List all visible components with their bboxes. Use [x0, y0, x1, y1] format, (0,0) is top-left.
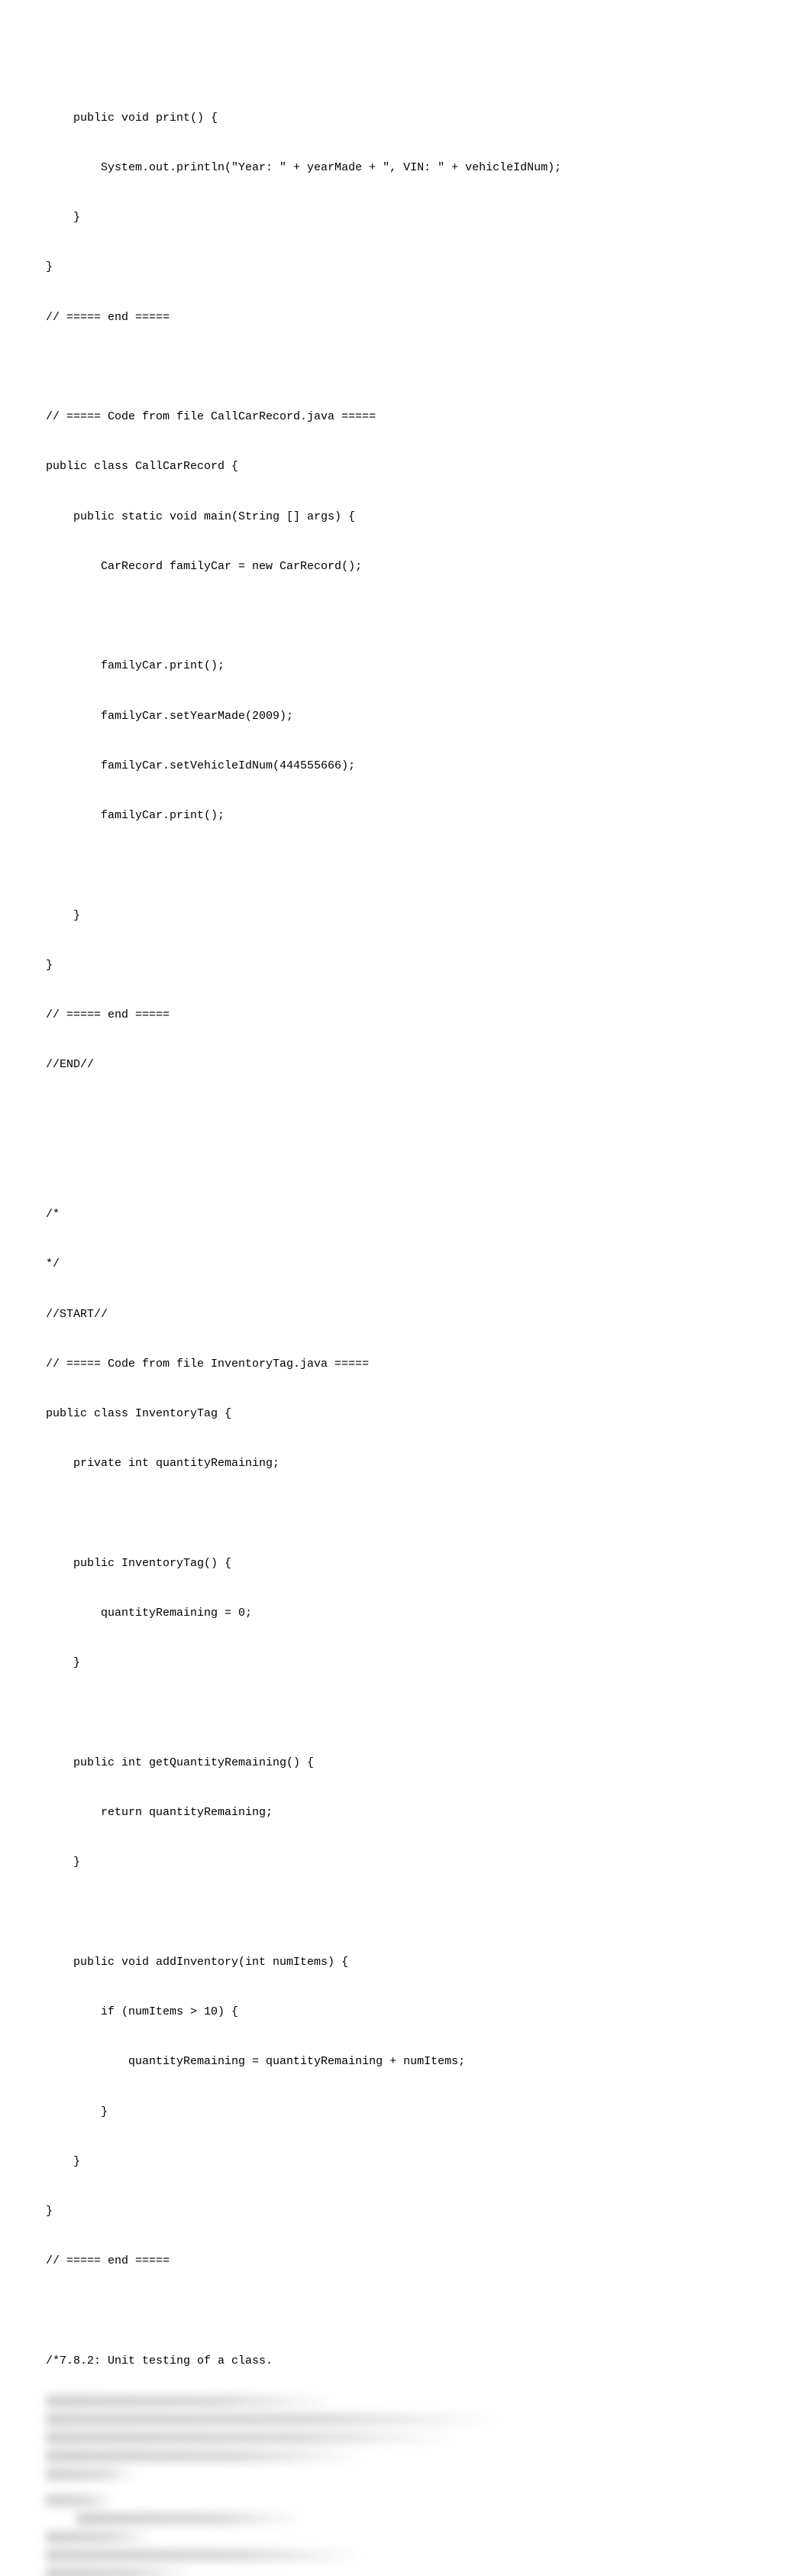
code-listing: public void print() { System.out.println…: [46, 76, 765, 2386]
code-line: quantityRemaining = quantityRemaining + …: [46, 2053, 765, 2070]
code-line: /*7.8.2: Unit testing of a class.: [46, 2353, 765, 2370]
code-line: // ===== end =====: [46, 2253, 765, 2270]
code-line: public InventoryTag() {: [46, 1555, 765, 1572]
code-line: familyCar.print();: [46, 658, 765, 675]
code-line: */: [46, 1256, 765, 1273]
blurred-line: [46, 2494, 115, 2506]
code-line: }: [46, 957, 765, 974]
code-line: quantityRemaining = 0;: [46, 1605, 765, 1622]
code-line: public static void main(String [] args) …: [46, 509, 765, 526]
code-line: [46, 1107, 765, 1124]
code-line: familyCar.print();: [46, 807, 765, 824]
blurred-line: [46, 2468, 137, 2481]
code-line: }: [46, 2104, 765, 2121]
code-line: return quantityRemaining;: [46, 1804, 765, 1821]
blurred-line: [46, 2450, 367, 2462]
blurred-line: [76, 2513, 305, 2525]
code-line: [46, 1506, 765, 1523]
code-line: }: [46, 1655, 765, 1671]
code-line: [46, 1705, 765, 1722]
code-line: if (numItems > 10) {: [46, 2004, 765, 2021]
code-line: [46, 359, 765, 376]
code-line: public class InventoryTag {: [46, 1406, 765, 1422]
code-line: public class CallCarRecord {: [46, 458, 765, 475]
code-line: // ===== Code from file InventoryTag.jav…: [46, 1356, 765, 1373]
blurred-line: [46, 2413, 504, 2426]
code-line: System.out.println("Year: " + yearMade +…: [46, 160, 765, 176]
code-line: public void addInventory(int numItems) {: [46, 1954, 765, 1971]
code-line: public void print() {: [46, 110, 765, 127]
code-line: // ===== Code from file CallCarRecord.ja…: [46, 409, 765, 426]
code-line: [46, 1904, 765, 1921]
blurred-line: [46, 2531, 153, 2543]
code-line: private int quantityRemaining;: [46, 1455, 765, 1472]
blurred-line: [46, 2432, 458, 2444]
blurred-line: [46, 2395, 336, 2407]
code-line: familyCar.setVehicleIdNum(444555666);: [46, 758, 765, 775]
code-line: [46, 1157, 765, 1173]
code-line: }: [46, 1854, 765, 1871]
code-line: /*: [46, 1206, 765, 1223]
code-line: //START//: [46, 1306, 765, 1323]
code-line: }: [46, 209, 765, 226]
code-line: public int getQuantityRemaining() {: [46, 1755, 765, 1772]
code-line: [46, 2303, 765, 2320]
blurred-preview-content: [46, 2395, 765, 2576]
code-line: // ===== end =====: [46, 309, 765, 326]
code-line: }: [46, 908, 765, 924]
code-line: //END//: [46, 1057, 765, 1073]
code-line: [46, 857, 765, 874]
code-line: }: [46, 2203, 765, 2220]
code-line: // ===== end =====: [46, 1007, 765, 1024]
blurred-line: [46, 2549, 367, 2561]
code-line: CarRecord familyCar = new CarRecord();: [46, 558, 765, 575]
blurred-line: [46, 2568, 191, 2576]
code-line: [46, 608, 765, 625]
code-line: }: [46, 259, 765, 276]
code-line: }: [46, 2154, 765, 2170]
code-line: familyCar.setYearMade(2009);: [46, 708, 765, 725]
